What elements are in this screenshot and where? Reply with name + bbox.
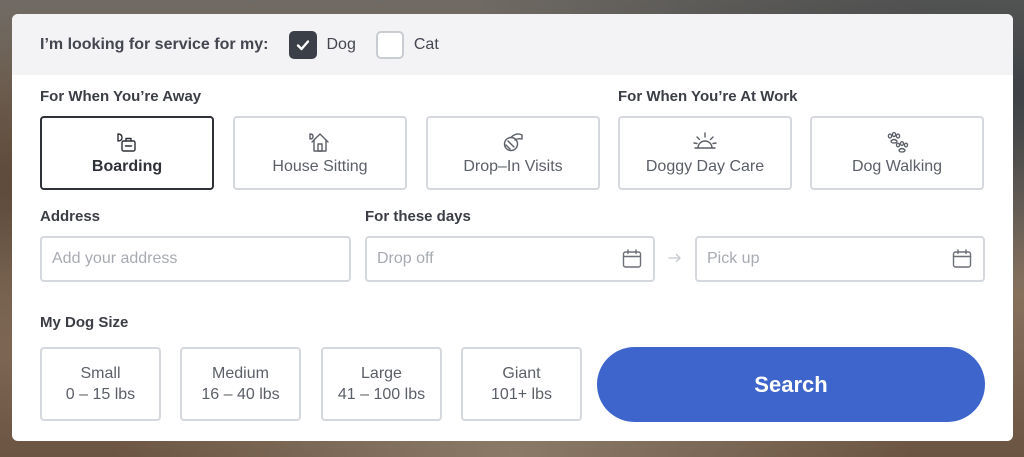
checkmark-icon <box>296 39 309 50</box>
size-range: 0 – 15 lbs <box>65 386 136 403</box>
calendar-icon[interactable] <box>621 248 643 270</box>
arrow-right-icon <box>668 253 681 263</box>
size-option-giant[interactable]: Giant 101+ lbs <box>461 347 582 421</box>
drop-in-icon <box>503 133 523 152</box>
service-label: Dog Walking <box>851 158 943 175</box>
dog-size-label: My Dog Size <box>40 314 129 331</box>
service-label: House Sitting <box>272 158 368 175</box>
pet-prompt: I’m looking for service for my: <box>40 35 269 53</box>
size-option-small[interactable]: Small 0 – 15 lbs <box>40 347 161 421</box>
search-button[interactable]: Search <box>597 347 985 422</box>
dropoff-input[interactable] <box>377 250 621 268</box>
size-range: 41 – 100 lbs <box>337 386 426 403</box>
paw-icon <box>887 131 909 153</box>
search-card: I’m looking for service for my: Dog Cat … <box>12 14 1013 441</box>
service-doggy-day-care[interactable]: Doggy Day Care <box>618 116 792 190</box>
service-dog-walking[interactable]: Dog Walking <box>810 116 984 190</box>
size-name: Large <box>361 365 402 382</box>
calendar-icon[interactable] <box>951 248 973 270</box>
dropoff-field[interactable] <box>365 236 655 282</box>
service-house-sitting[interactable]: House Sitting <box>233 116 407 190</box>
size-name: Medium <box>212 365 269 382</box>
service-label: Boarding <box>91 158 163 175</box>
size-range: 101+ lbs <box>491 386 552 403</box>
service-boarding[interactable]: Boarding <box>40 116 214 190</box>
away-section-label: For When You’re Away <box>40 88 202 105</box>
cat-label: Cat <box>413 35 439 53</box>
boarding-icon <box>117 133 136 152</box>
dog-label: Dog <box>326 35 356 53</box>
address-field[interactable] <box>40 236 351 282</box>
pet-type-bar: I’m looking for service for my: Dog Cat <box>12 14 1013 75</box>
sun-icon <box>693 132 717 149</box>
dog-checkbox[interactable] <box>288 30 317 59</box>
pickup-field[interactable] <box>695 236 985 282</box>
size-name: Giant <box>502 365 541 382</box>
dates-label: For these days <box>365 208 471 225</box>
size-option-large[interactable]: Large 41 – 100 lbs <box>321 347 442 421</box>
service-drop-in-visits[interactable]: Drop–In Visits <box>426 116 600 190</box>
address-input[interactable] <box>52 250 339 268</box>
house-sitting-icon <box>309 133 329 152</box>
size-name: Small <box>80 365 121 382</box>
service-label: Doggy Day Care <box>645 158 765 175</box>
pickup-input[interactable] <box>707 250 951 268</box>
pet-option-cat[interactable]: Cat <box>375 30 439 59</box>
work-section-label: For When You’re At Work <box>618 88 798 105</box>
size-range: 16 – 40 lbs <box>201 386 280 403</box>
cat-checkbox[interactable] <box>375 30 404 59</box>
size-option-medium[interactable]: Medium 16 – 40 lbs <box>180 347 301 421</box>
service-label: Drop–In Visits <box>463 158 563 175</box>
address-label: Address <box>40 208 101 225</box>
pet-option-dog[interactable]: Dog <box>288 30 356 59</box>
